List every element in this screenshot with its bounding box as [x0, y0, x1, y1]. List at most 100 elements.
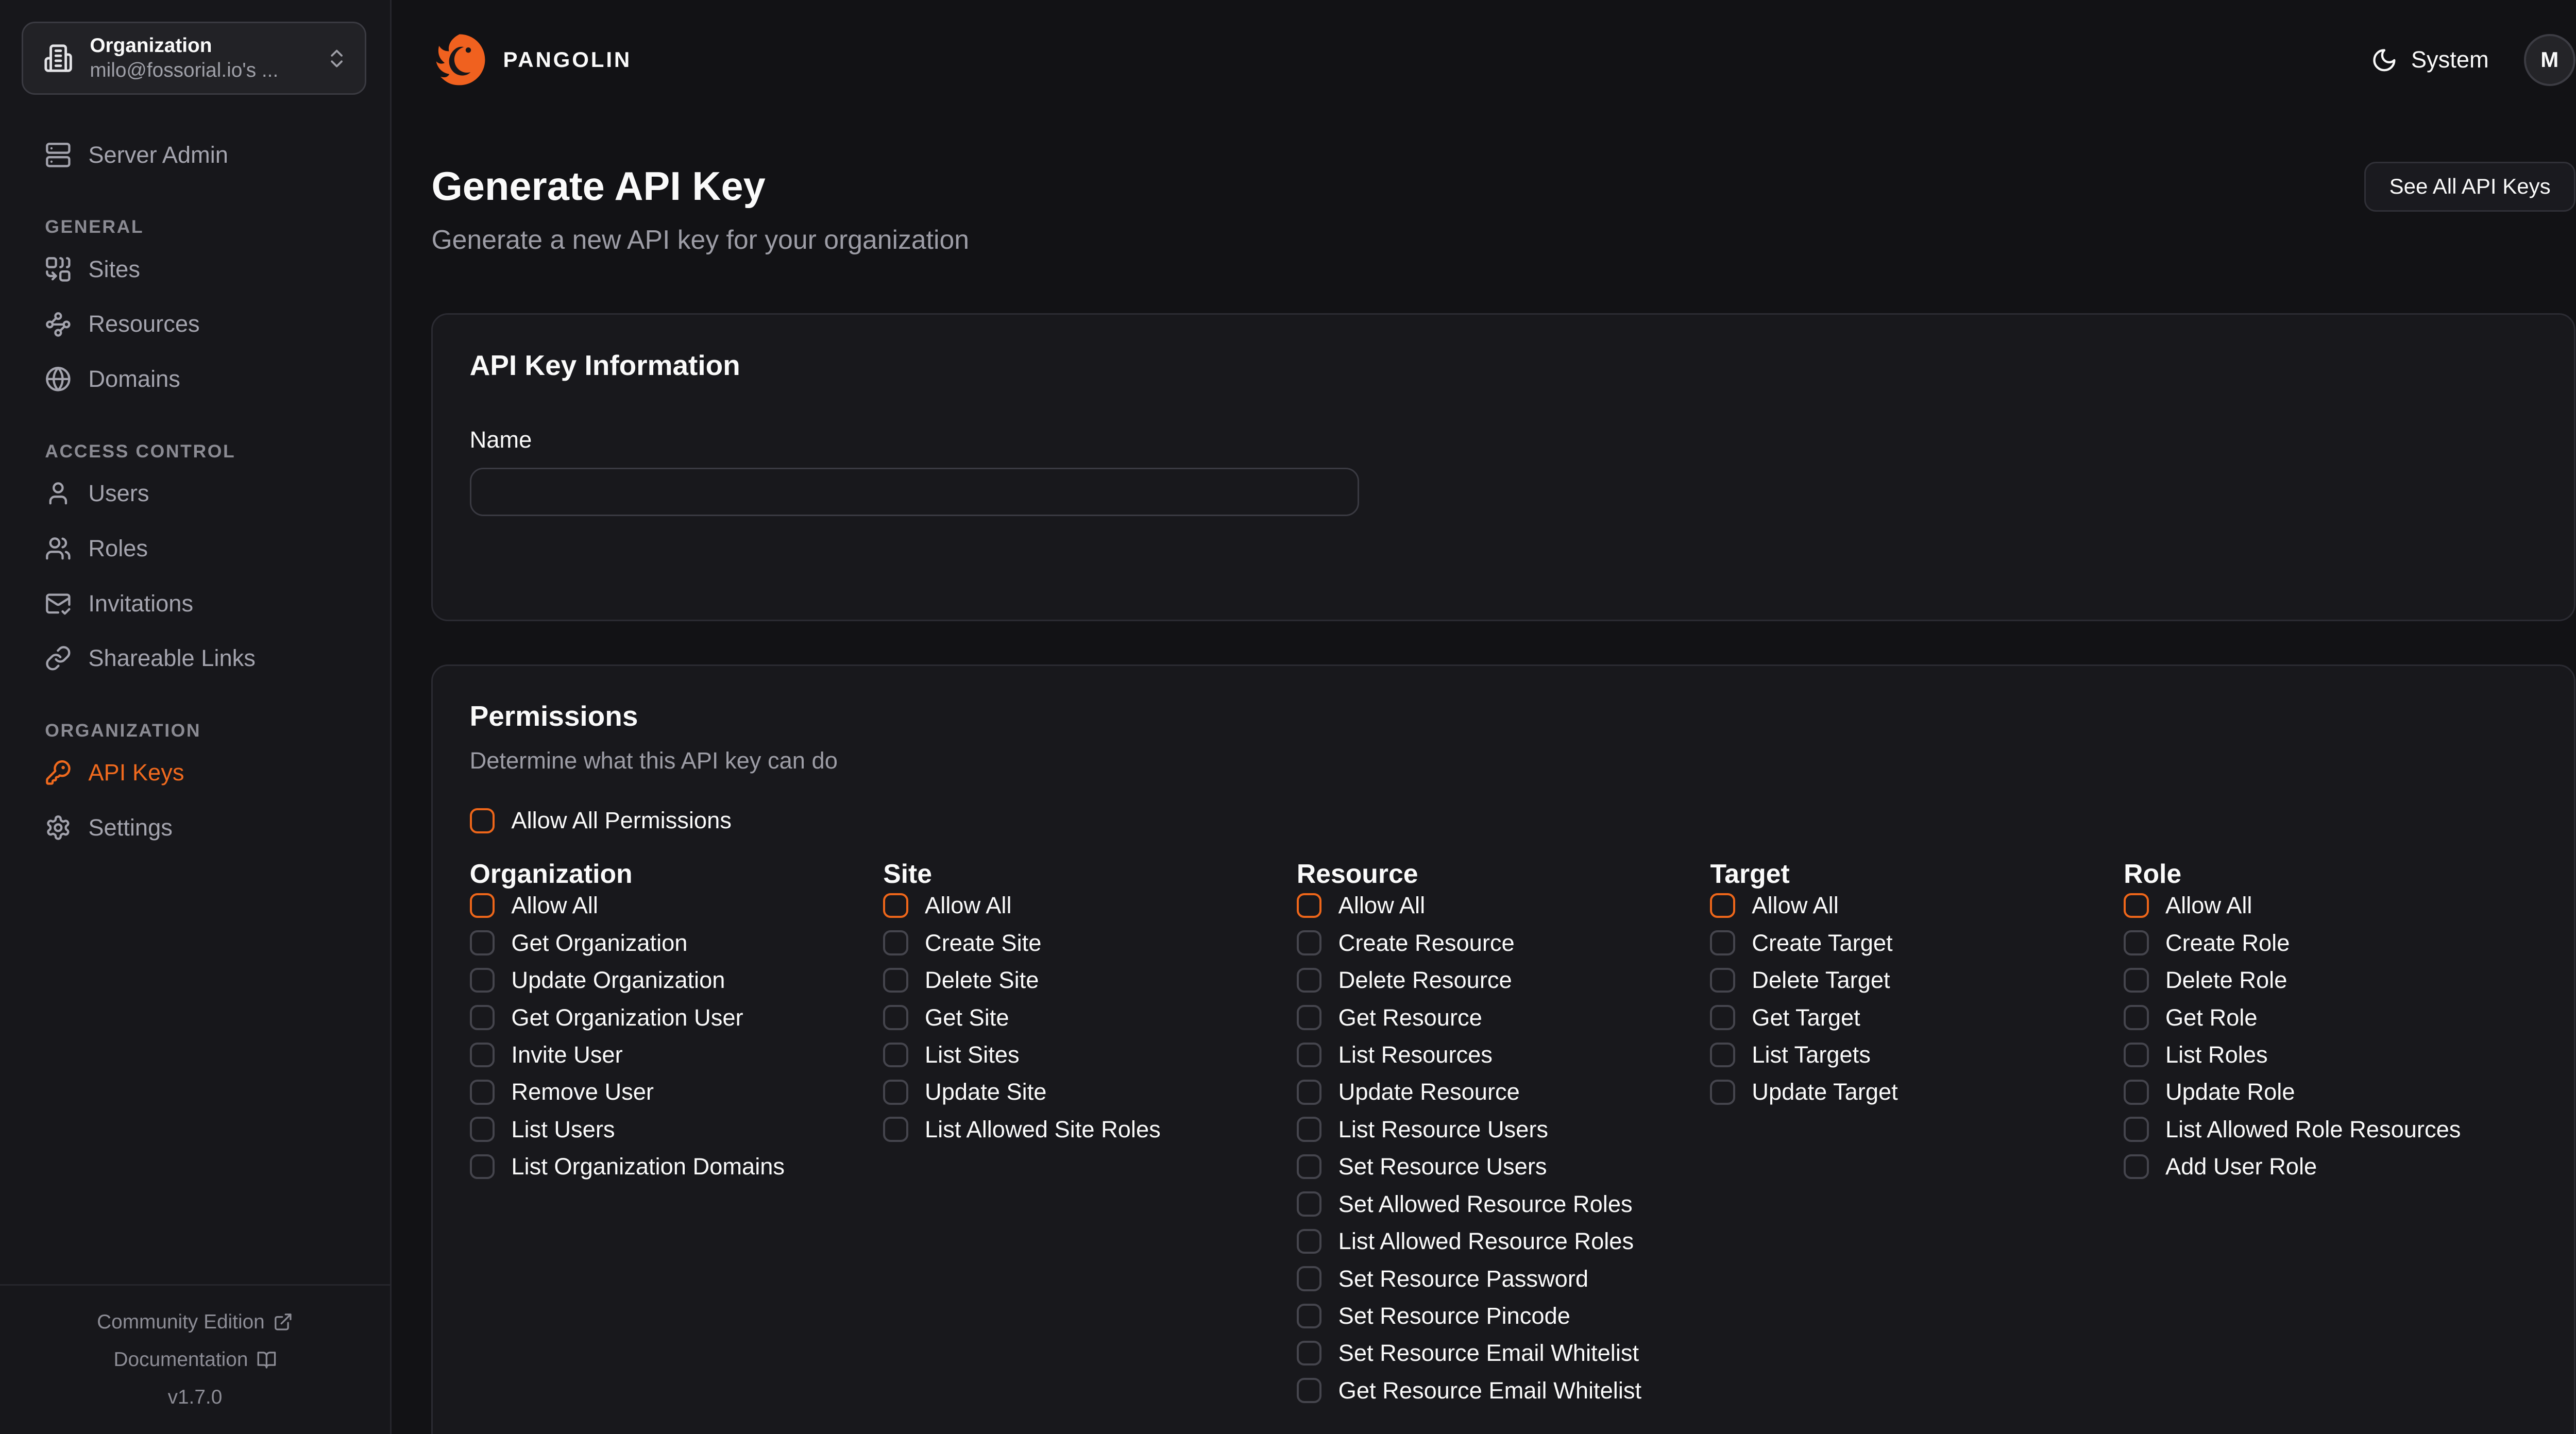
sidebar-item-shareable-links[interactable]: Shareable Links [45, 643, 345, 673]
permission-checkbox-set-resource-pincode[interactable] [1297, 1304, 1322, 1329]
permission-row: Set Resource Password [1297, 1266, 1710, 1292]
permission-checkbox-set-resource-email-whitelist[interactable] [1297, 1341, 1322, 1366]
permission-label: List Allowed Role Resources [2165, 1116, 2461, 1143]
permission-checkbox-add-user-role[interactable] [2124, 1154, 2149, 1180]
brand-logo-link[interactable]: PANGOLIN [431, 31, 632, 88]
permission-checkbox-remove-user[interactable] [470, 1080, 495, 1105]
permission-checkbox-create-resource[interactable] [1297, 930, 1322, 955]
permission-column-heading: Organization [470, 856, 884, 892]
permission-checkbox-list-roles[interactable] [2124, 1043, 2149, 1068]
permission-checkbox-update-site[interactable] [883, 1080, 908, 1105]
see-all-api-keys-button[interactable]: See All API Keys [2364, 162, 2575, 212]
sidebar-item-users[interactable]: Users [45, 479, 345, 508]
page-header: Generate API Key Generate a new API key … [431, 162, 2575, 257]
permission-row: List Resource Users [1297, 1116, 1710, 1143]
permission-checkbox-delete-site[interactable] [883, 968, 908, 993]
permission-checkbox-set-resource-users[interactable] [1297, 1154, 1322, 1180]
permission-checkbox-get-resource-email-whitelist[interactable] [1297, 1378, 1322, 1403]
avatar[interactable]: M [2524, 34, 2575, 86]
permission-checkbox-list-resource-users[interactable] [1297, 1117, 1322, 1142]
sidebar-item-api-keys[interactable]: API Keys [45, 758, 345, 788]
permission-checkbox-list-resources[interactable] [1297, 1043, 1322, 1068]
permission-label: Update Role [2165, 1079, 2295, 1105]
permission-row: Set Resource Users [1297, 1153, 1710, 1180]
permission-row: Create Role [2124, 930, 2537, 957]
permission-checkbox-update-resource[interactable] [1297, 1080, 1322, 1105]
sidebar-section-heading-general: GENERAL [45, 216, 345, 237]
permission-checkbox-list-organization-domains[interactable] [470, 1154, 495, 1180]
allow-all-permissions-checkbox[interactable] [470, 808, 495, 833]
permission-checkbox-allow-all[interactable] [883, 893, 908, 918]
permission-row: List Roles [2124, 1042, 2537, 1068]
permission-row: Allow All [470, 892, 884, 919]
sidebar-section-heading-access-control: ACCESS CONTROL [45, 441, 345, 462]
permission-row: List Allowed Site Roles [883, 1116, 1297, 1143]
permission-checkbox-delete-role[interactable] [2124, 968, 2149, 993]
permission-checkbox-get-role[interactable] [2124, 1005, 2149, 1030]
name-input[interactable] [470, 468, 1360, 516]
permission-checkbox-set-resource-password[interactable] [1297, 1266, 1322, 1291]
sidebar-item-domains[interactable]: Domains [45, 364, 345, 394]
permission-checkbox-get-organization[interactable] [470, 930, 495, 955]
permission-checkbox-get-target[interactable] [1710, 1005, 1735, 1030]
permission-label: Create Role [2165, 930, 2290, 957]
sidebar-item-label: Server Admin [88, 142, 228, 168]
permission-label: Update Organization [511, 967, 725, 994]
moon-icon [2371, 47, 2398, 74]
sidebar-item-settings[interactable]: Settings [45, 813, 345, 843]
theme-toggle[interactable]: System [2371, 46, 2488, 73]
permission-checkbox-delete-resource[interactable] [1297, 968, 1322, 993]
permission-checkbox-list-users[interactable] [470, 1117, 495, 1142]
permission-checkbox-list-targets[interactable] [1710, 1043, 1735, 1068]
permission-checkbox-list-allowed-resource-roles[interactable] [1297, 1229, 1322, 1254]
permission-row: Delete Target [1710, 967, 2124, 994]
sidebar-item-label: Settings [88, 814, 173, 841]
permission-label: Update Resource [1338, 1079, 1520, 1105]
sidebar-item-invitations[interactable]: Invitations [45, 588, 345, 618]
permission-row: Delete Site [883, 967, 1297, 994]
permission-checkbox-allow-all[interactable] [470, 893, 495, 918]
permission-column-heading: Resource [1297, 856, 1710, 892]
permission-checkbox-set-allowed-resource-roles[interactable] [1297, 1191, 1322, 1217]
footer-link-community-edition[interactable]: Community Edition [97, 1311, 293, 1334]
users-icon [45, 535, 72, 562]
permission-label: Set Allowed Resource Roles [1338, 1191, 1633, 1218]
permission-checkbox-update-role[interactable] [2124, 1080, 2149, 1105]
api-key-information-card: API Key Information Name [431, 313, 2575, 621]
permission-row: Get Role [2124, 1004, 2537, 1031]
permission-checkbox-get-site[interactable] [883, 1005, 908, 1030]
permission-row: Create Resource [1297, 930, 1710, 957]
permission-checkbox-update-target[interactable] [1710, 1080, 1735, 1105]
sidebar-item-server-admin[interactable]: Server Admin [45, 140, 345, 170]
permission-checkbox-get-organization-user[interactable] [470, 1005, 495, 1030]
permission-checkbox-create-target[interactable] [1710, 930, 1735, 955]
permission-checkbox-get-resource[interactable] [1297, 1005, 1322, 1030]
permission-checkbox-delete-target[interactable] [1710, 968, 1735, 993]
permission-column-site: SiteAllow AllCreate SiteDelete SiteGet S… [883, 856, 1297, 1414]
permission-checkbox-create-site[interactable] [883, 930, 908, 955]
sidebar-item-resources[interactable]: Resources [45, 309, 345, 339]
pangolin-logo [431, 31, 488, 88]
permission-checkbox-invite-user[interactable] [470, 1043, 495, 1068]
org-selector[interactable]: Organization milo@fossorial.io's ... [22, 22, 366, 95]
permission-row: Get Resource [1297, 1004, 1710, 1031]
sidebar-item-label: Roles [88, 535, 148, 562]
footer-link-documentation[interactable]: Documentation [113, 1348, 276, 1371]
sidebar-item-label: Invitations [88, 590, 193, 617]
page-subtitle: Generate a new API key for your organiza… [431, 223, 969, 257]
permission-checkbox-list-allowed-site-roles[interactable] [883, 1117, 908, 1142]
permission-checkbox-update-organization[interactable] [470, 968, 495, 993]
top-bar: PANGOLIN System M [393, 0, 2576, 120]
permission-checkbox-list-allowed-role-resources[interactable] [2124, 1117, 2149, 1142]
sidebar-item-roles[interactable]: Roles [45, 534, 345, 564]
key-icon [45, 759, 72, 786]
permission-label: Set Resource Users [1338, 1153, 1547, 1180]
permission-checkbox-allow-all[interactable] [1297, 893, 1322, 918]
permission-checkbox-create-role[interactable] [2124, 930, 2149, 955]
building-icon [43, 43, 73, 73]
permission-checkbox-allow-all[interactable] [1710, 893, 1735, 918]
permission-checkbox-allow-all[interactable] [2124, 893, 2149, 918]
permission-column-organization: OrganizationAllow AllGet OrganizationUpd… [470, 856, 884, 1414]
permission-checkbox-list-sites[interactable] [883, 1043, 908, 1068]
sidebar-item-sites[interactable]: Sites [45, 254, 345, 284]
